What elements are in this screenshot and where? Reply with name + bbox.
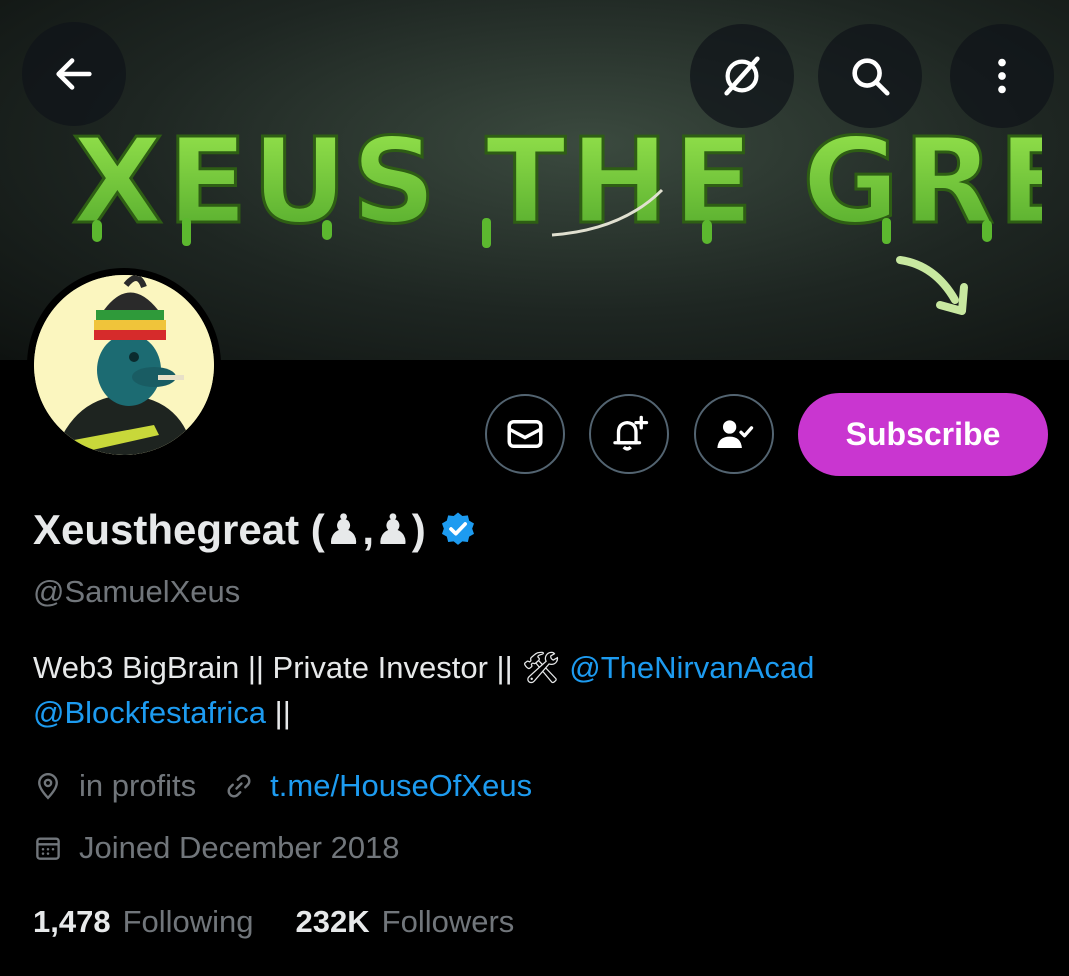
bio-mention-blockfestafrica[interactable]: @Blockfestafrica — [33, 695, 266, 730]
profile-page: XEUS THE GREAT — [0, 0, 1069, 976]
profile-meta-location-website: in profits t.me/HouseOfXeus — [33, 768, 532, 804]
bio-text-end: || — [274, 695, 291, 730]
banner-title-art: XEUS THE GREAT — [62, 110, 1069, 260]
profile-bio: Web3 BigBrain || Private Investor || 🛠 @… — [33, 645, 1033, 735]
grok-slash-circle-icon — [724, 56, 760, 96]
location-pin-icon — [38, 772, 58, 800]
search-icon — [852, 58, 890, 96]
bio-mention-nirvanacad[interactable]: @TheNirvanAcad — [569, 650, 814, 685]
following-stat[interactable]: 1,478 Following — [33, 904, 254, 940]
profile-stats: 1,478 Following 232K Followers — [33, 904, 514, 940]
location-text: in profits — [79, 768, 197, 803]
display-name-text: Xeusthegreat (♟,♟) — [33, 506, 426, 553]
subscribe-button[interactable]: Subscribe — [798, 393, 1048, 476]
search-button[interactable] — [818, 24, 922, 128]
display-name: Xeusthegreat (♟,♟) — [33, 505, 478, 554]
following-count: 1,478 — [33, 904, 111, 939]
website-link[interactable]: t.me/HouseOfXeus — [270, 768, 532, 804]
bio-text: Web3 BigBrain || Private Investor || 🛠 — [33, 650, 561, 685]
followers-stat[interactable]: 232K Followers — [296, 904, 515, 940]
profile-meta-joined: Joined December 2018 — [33, 830, 400, 866]
arrow-left-icon — [56, 58, 92, 90]
bell-plus-icon — [613, 415, 649, 451]
person-check-icon — [717, 420, 754, 448]
vertical-dots-icon — [998, 58, 1006, 94]
followers-count: 232K — [295, 904, 370, 939]
following-button[interactable] — [694, 394, 774, 474]
banner-arrow-doodle — [896, 256, 968, 315]
profile-handle: @SamuelXeus — [33, 574, 241, 609]
grok-button[interactable] — [690, 24, 794, 128]
back-button[interactable] — [22, 22, 126, 126]
joined-text: Joined December 2018 — [79, 830, 400, 865]
more-button[interactable] — [950, 24, 1054, 128]
link-icon — [227, 774, 251, 798]
following-label: Following — [122, 904, 254, 939]
message-button[interactable] — [485, 394, 565, 474]
avatar[interactable] — [27, 268, 221, 462]
envelope-icon — [507, 420, 543, 448]
calendar-icon — [36, 837, 60, 860]
followers-label: Followers — [381, 904, 515, 939]
verified-badge-icon[interactable] — [438, 510, 478, 550]
banner-title-text: XEUS THE GREAT — [72, 112, 1042, 250]
notify-button[interactable] — [589, 394, 669, 474]
avatar-image — [34, 275, 214, 455]
